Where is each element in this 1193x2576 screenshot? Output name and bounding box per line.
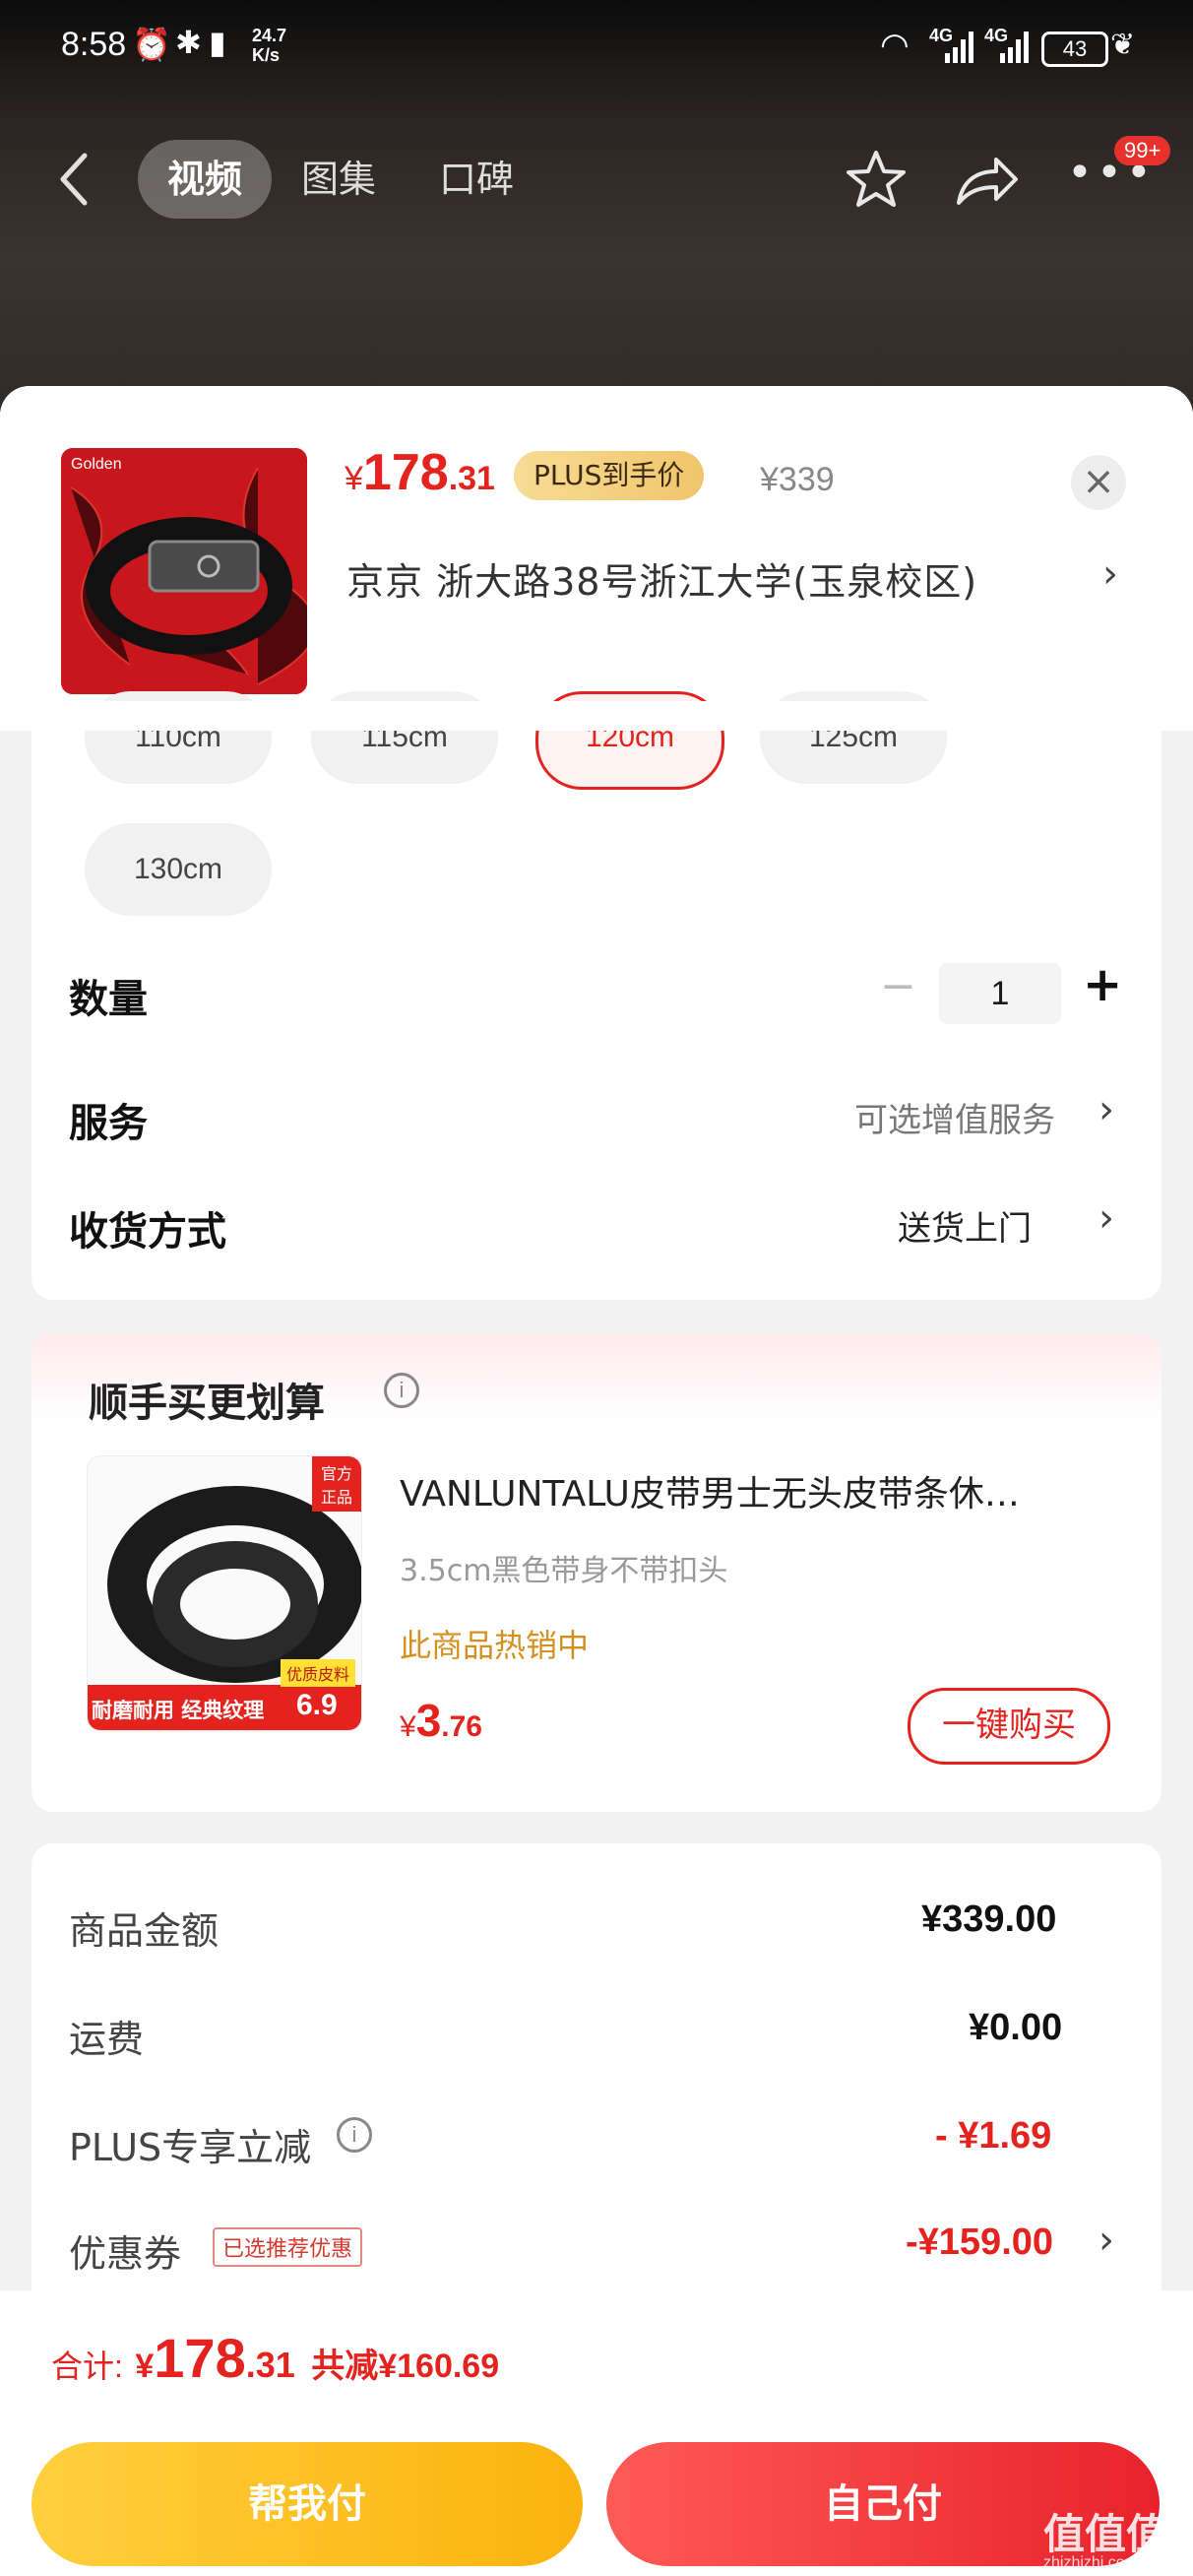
tab-video[interactable]: 视频	[138, 140, 273, 219]
help-me-pay-button[interactable]: 帮我付	[31, 2442, 583, 2566]
plus-price-tag: PLUS到手价	[514, 451, 705, 500]
service-value[interactable]: 可选增值服务	[854, 1093, 1055, 1141]
share-icon[interactable]	[953, 150, 1022, 209]
quantity-plus-button[interactable]: +	[1083, 957, 1122, 1012]
summary-shipping-label: 运费	[69, 2018, 145, 2061]
upsell-price-symbol: ¥	[400, 1710, 416, 1743]
upsell-image: 官方正品 优质皮料 耐磨耐用 经典纹理 6.9	[87, 1455, 362, 1731]
service-chevron-icon[interactable]: ›	[1099, 1087, 1114, 1132]
address-chevron-icon[interactable]: ›	[1102, 551, 1118, 597]
bluetooth-icon: ✱	[175, 24, 202, 61]
quantity-label: 数量	[69, 977, 148, 1022]
info-icon[interactable]: i	[384, 1373, 419, 1408]
header-divider	[0, 701, 1193, 731]
total-decimal: .31	[245, 2345, 295, 2385]
vibrate-icon: ▮	[209, 24, 226, 61]
watermark-site: zhizhizhi.com	[1043, 2554, 1139, 2571]
delivery-chevron-icon[interactable]: ›	[1099, 1195, 1114, 1241]
price-symbol: ¥	[345, 460, 363, 497]
tab-reviews[interactable]: 口碑	[439, 140, 514, 219]
belt-image-icon	[61, 448, 307, 694]
summary-goods-value: ¥339.00	[921, 1899, 1057, 1940]
quantity-input[interactable]: 1	[939, 963, 1061, 1024]
service-label: 服务	[69, 1101, 148, 1146]
upsell-item-spec: 3.5cm黑色带身不带扣头	[400, 1554, 728, 1588]
total-discount: 共减¥160.69	[311, 2348, 500, 2385]
summary-plus-value: - ¥1.69	[935, 2115, 1052, 2157]
summary-shipping-value: ¥0.00	[969, 2007, 1063, 2048]
total-row: 合计: ¥178.31 共减¥160.69	[51, 2326, 499, 2390]
network-speed-unit: K/s	[252, 45, 281, 65]
upsell-image-price: 6.9	[296, 1689, 338, 1721]
status-bar: 8:58 ⏰ ✱ ▮ 24.7 K/s ◠ 4G 4G 43 ❦	[0, 0, 1193, 98]
summary-coupon-label: 优惠券	[69, 2232, 182, 2276]
coupon-chevron-icon[interactable]: ›	[1099, 2218, 1114, 2263]
product-image: Golden	[61, 448, 307, 694]
upsell-quality-tag: 优质皮料	[281, 1659, 356, 1687]
quantity-minus-button[interactable]: −	[880, 961, 916, 1011]
total-label: 合计:	[51, 2349, 123, 2384]
product-image-logo: Golden	[71, 456, 122, 473]
status-time: 8:58	[61, 26, 127, 63]
star-icon[interactable]	[845, 148, 908, 211]
back-icon[interactable]	[55, 150, 91, 209]
size-chip-130[interactable]: 130cm	[85, 823, 272, 916]
product-price: ¥178.31	[345, 443, 495, 502]
tab-gallery[interactable]: 图集	[301, 140, 376, 219]
upsell-title: 顺手买更划算	[89, 1381, 325, 1426]
upsell-item-hot: 此商品热销中	[400, 1627, 590, 1664]
delivery-label: 收货方式	[69, 1209, 226, 1255]
delivery-value[interactable]: 送货上门	[898, 1201, 1032, 1250]
alarm-icon: ⏰	[132, 26, 171, 63]
leaf-icon: ❦	[1110, 28, 1136, 62]
upsell-corner-tag: 官方正品	[312, 1456, 361, 1512]
total-symbol: ¥	[135, 2348, 155, 2385]
upsell-feature-tag: 耐磨耐用 经典纹理	[92, 1699, 265, 1722]
summary-coupon-value[interactable]: -¥159.00	[906, 2222, 1053, 2264]
price-decimal: .31	[448, 460, 495, 497]
summary-plus-label: PLUS专享立减	[69, 2126, 312, 2169]
upsell-item-title[interactable]: VANLUNTALU皮带男士无头皮带条休…	[400, 1465, 1108, 1516]
battery-indicator: 43	[1041, 32, 1108, 67]
plus-info-icon[interactable]: i	[337, 2117, 372, 2153]
upsell-price: ¥3.76	[400, 1694, 482, 1747]
coupon-recommend-tag: 已选推荐优惠	[213, 2227, 363, 2267]
upsell-price-integer: 3	[415, 1695, 442, 1746]
network-speed-value: 24.7	[252, 26, 287, 45]
wifi-icon: ◠	[880, 26, 910, 65]
message-badge: 99+	[1114, 136, 1171, 165]
one-click-buy-button[interactable]: 一键购买	[908, 1688, 1110, 1765]
original-price: ¥339	[760, 461, 835, 498]
price-integer: 178	[362, 444, 449, 501]
summary-goods-label: 商品金额	[69, 1909, 220, 1953]
signal-icon-1	[945, 32, 973, 63]
network-speed: 24.7 K/s	[252, 26, 286, 65]
total-integer: 178	[154, 2327, 246, 2389]
delivery-address[interactable]: 京京 浙大路38号浙江大学(玉泉校区)	[346, 551, 977, 606]
watermark-logo: 值值值	[1043, 2510, 1168, 2558]
upsell-price-decimal: .76	[441, 1710, 482, 1743]
signal-icon-2	[1000, 32, 1029, 63]
close-button[interactable]: ×	[1071, 455, 1126, 510]
